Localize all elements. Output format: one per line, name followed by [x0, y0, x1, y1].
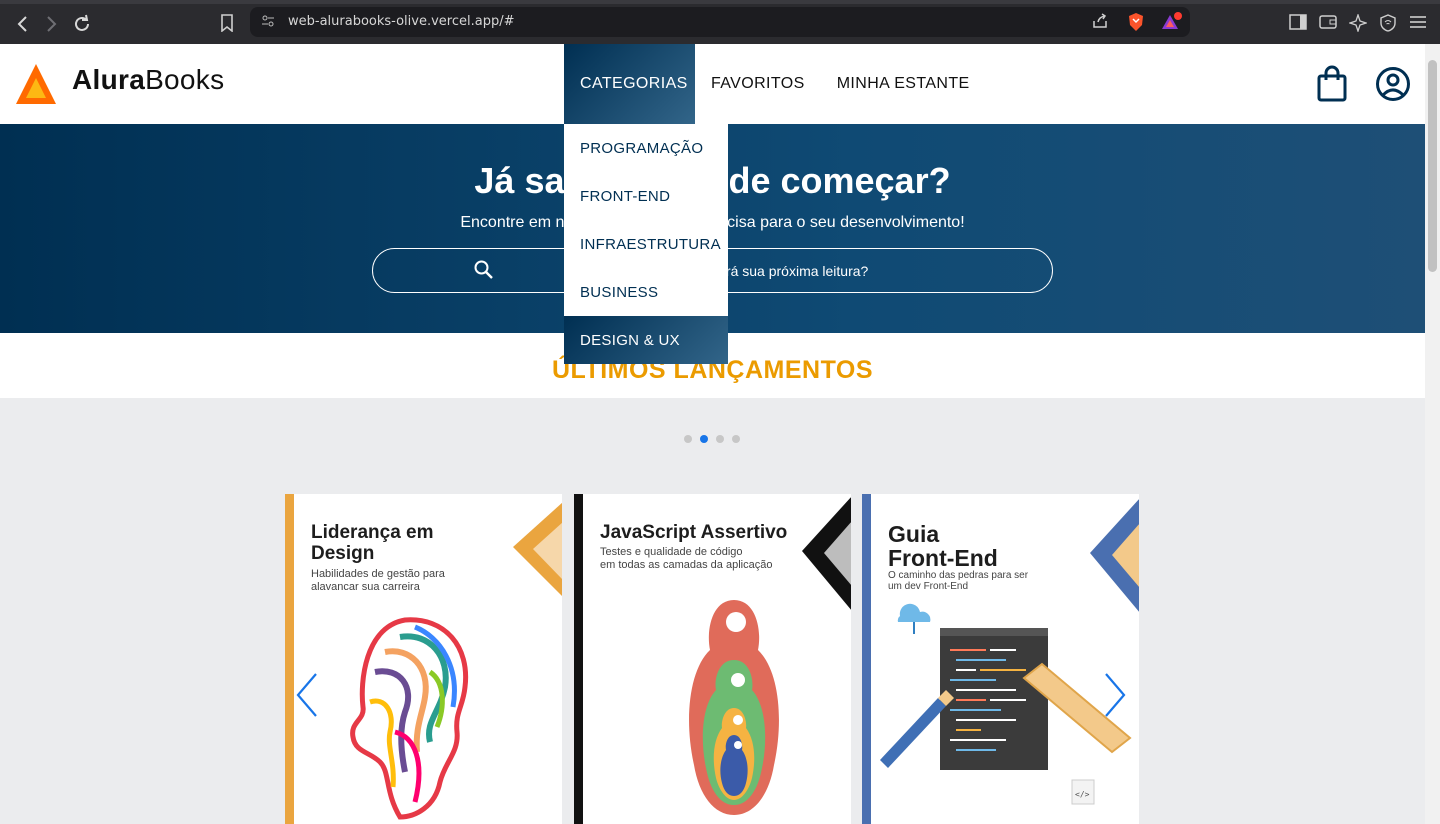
book-subtitle: Testes e qualidade de código em todas as … [600, 546, 773, 571]
category-programacao[interactable]: PROGRAMAÇÃO [564, 124, 728, 172]
carousel-dot[interactable] [684, 435, 692, 443]
book-spine [862, 494, 871, 824]
book-card[interactable]: JavaScript Assertivo Testes e qualidade … [574, 494, 851, 824]
nesting-dolls-illustration [689, 600, 779, 815]
book-card[interactable]: Guia Front-End O caminho das pedras para … [862, 494, 1139, 824]
vpn-icon[interactable] [1378, 14, 1398, 34]
book-subtitle: O caminho das pedras para ser um dev Fron… [888, 570, 1029, 592]
book-title: Liderança em Design [311, 522, 434, 564]
logo-text[interactable]: AluraBooks [72, 64, 224, 96]
book-corner-decoration [802, 497, 851, 610]
book-title: Guia Front-End [888, 521, 998, 571]
wallet-icon[interactable] [1318, 14, 1338, 34]
shopping-bag-icon[interactable] [1316, 64, 1348, 104]
book-spine [285, 494, 294, 824]
carousel-dots [684, 435, 740, 443]
carousel-prev-icon[interactable] [292, 670, 322, 720]
reload-icon[interactable] [71, 13, 93, 35]
book-spine [574, 494, 583, 824]
brave-shield-icon[interactable] [1126, 12, 1146, 32]
site-header: AluraBooks CATEGORIAS FAVORITOS MINHA ES… [0, 44, 1425, 124]
carousel-dot[interactable] [732, 435, 740, 443]
releases-carousel: Liderança em Design Habilidades de gestão… [0, 398, 1425, 824]
address-bar[interactable]: web-alurabooks-olive.vercel.app/# [250, 7, 1190, 37]
user-account-icon[interactable] [1375, 66, 1411, 102]
bookmark-icon[interactable] [217, 14, 237, 34]
back-icon[interactable] [12, 13, 34, 35]
book-corner-decoration [513, 502, 562, 596]
category-design-ux[interactable]: DESIGN & UX [564, 316, 728, 364]
sidebar-icon[interactable] [1288, 14, 1308, 34]
forward-icon[interactable] [40, 13, 62, 35]
front-end-code-illustration: </> [880, 603, 1132, 805]
main-nav: CATEGORIAS FAVORITOS MINHA ESTANTE [564, 44, 986, 124]
nav-favoritos[interactable]: FAVORITOS [695, 44, 821, 124]
category-front-end[interactable]: FRONT-END [564, 172, 728, 220]
alurabooks-logo-icon[interactable] [16, 64, 56, 104]
site-settings-icon[interactable] [260, 13, 276, 29]
nav-minha-estante[interactable]: MINHA ESTANTE [821, 44, 986, 124]
colorful-head-illustration [350, 617, 469, 820]
page-scrollbar[interactable] [1425, 44, 1440, 824]
scrollbar-thumb[interactable] [1428, 60, 1437, 272]
categories-dropdown: PROGRAMAÇÃO FRONT-END INFRAESTRUTURA BUS… [564, 124, 728, 364]
carousel-dot[interactable] [716, 435, 724, 443]
nav-categorias[interactable]: CATEGORIAS [564, 44, 695, 124]
leo-ai-icon[interactable] [1347, 12, 1369, 34]
category-business[interactable]: BUSINESS [564, 268, 728, 316]
carousel-next-icon[interactable] [1100, 670, 1130, 720]
brave-rewards-icon[interactable] [1160, 12, 1182, 32]
svg-text:</>: </> [1075, 790, 1090, 799]
menu-icon[interactable] [1408, 14, 1428, 34]
book-title: JavaScript Assertivo [600, 522, 788, 543]
browser-toolbar: web-alurabooks-olive.vercel.app/# [0, 0, 1440, 44]
book-card[interactable]: Liderança em Design Habilidades de gestão… [285, 494, 562, 824]
book-subtitle: Habilidades de gestão para alavancar sua … [311, 568, 445, 593]
category-infraestrutura[interactable]: INFRAESTRUTURA [564, 220, 728, 268]
search-icon[interactable] [473, 259, 495, 281]
url-text[interactable]: web-alurabooks-olive.vercel.app/# [288, 14, 514, 29]
share-icon[interactable] [1090, 12, 1110, 32]
carousel-dot-active[interactable] [700, 435, 708, 443]
